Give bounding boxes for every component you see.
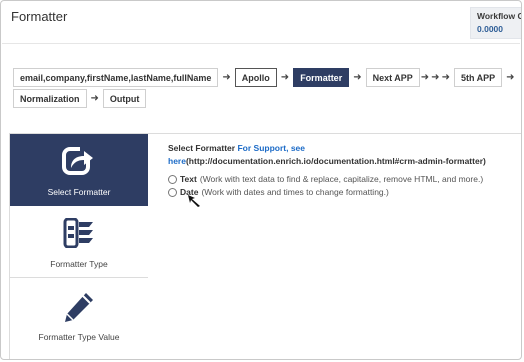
radio-date[interactable]	[168, 187, 177, 197]
workflow-cost-label: Workflow Co	[477, 11, 521, 21]
pipeline-step-next-app[interactable]: Next APP	[365, 68, 420, 87]
option-date-desc: (Work with dates and times to change for…	[201, 187, 389, 197]
option-date[interactable]: Date (Work with dates and times to chang…	[168, 187, 518, 197]
arrow-right-icon: ➜	[90, 93, 99, 104]
sidebar-item-formatter-type-value[interactable]: Formatter Type Value	[10, 278, 148, 359]
select-formatter-content: Select Formatter For Support, see here(h…	[168, 142, 518, 197]
sidebar-item-formatter-type[interactable]: Formatter Type	[10, 206, 148, 278]
support-link[interactable]: here	[168, 156, 186, 166]
support-url: (http://documentation.enrich.io/document…	[185, 156, 486, 166]
support-text: For Support, see	[237, 143, 306, 153]
pipeline-step-input-fields[interactable]: email,company,firstName,lastName,fullNam…	[13, 68, 219, 87]
pipeline-step-5th-app[interactable]: 5th APP	[453, 68, 503, 87]
app-window: Formatter Workflow Co 0.0000 email,compa…	[0, 0, 522, 360]
arrow-right-icon: ➜	[431, 72, 440, 83]
arrow-right-icon: ➜	[353, 72, 362, 83]
heading-text: Select Formatter	[168, 143, 236, 153]
arrow-right-icon: ➜	[420, 72, 430, 83]
pipeline-step-apollo[interactable]: Apollo	[234, 68, 277, 87]
pipeline-step-formatter[interactable]: Formatter	[293, 68, 350, 87]
radio-text[interactable]	[168, 174, 177, 184]
workflow-cost-value: 0.0000	[477, 24, 503, 34]
workflow-cost-box: Workflow Co 0.0000	[470, 7, 521, 39]
formatter-type-icon	[63, 217, 95, 250]
mouse-cursor-icon	[187, 194, 203, 213]
select-formatter-heading: Select Formatter For Support, see here(h…	[168, 142, 518, 168]
sidebar-item-label: Select Formatter	[47, 187, 111, 197]
formatter-panel: Select Formatter Formatter Type Formatte…	[9, 133, 521, 359]
sidebar-item-label: Formatter Type	[50, 259, 108, 269]
pipeline-row-2: Normalization ➜ Output	[13, 89, 147, 108]
pipeline-row-1: email,company,firstName,lastName,fullNam…	[13, 68, 519, 87]
arrow-right-icon: ➜	[222, 72, 231, 83]
page-title: Formatter	[11, 9, 68, 24]
option-text-desc: (Work with text data to find & replace, …	[199, 174, 484, 184]
pipeline-step-normalization[interactable]: Normalization	[13, 89, 87, 108]
title-divider	[2, 43, 520, 44]
arrow-right-icon: ➜	[441, 72, 450, 83]
option-text-name: Text	[180, 174, 197, 184]
arrow-right-icon: ➜	[506, 72, 515, 83]
arrow-right-icon: ➜	[280, 72, 290, 83]
sidebar-item-select-formatter[interactable]: Select Formatter	[10, 134, 148, 206]
formatter-sidebar: Select Formatter Formatter Type Formatte…	[9, 134, 148, 359]
option-text[interactable]: Text (Work with text data to find & repl…	[168, 174, 518, 184]
pencil-icon	[62, 290, 96, 326]
share-arrow-icon	[62, 146, 96, 178]
sidebar-item-label: Formatter Type Value	[38, 332, 120, 342]
pipeline-step-output[interactable]: Output	[102, 89, 147, 108]
